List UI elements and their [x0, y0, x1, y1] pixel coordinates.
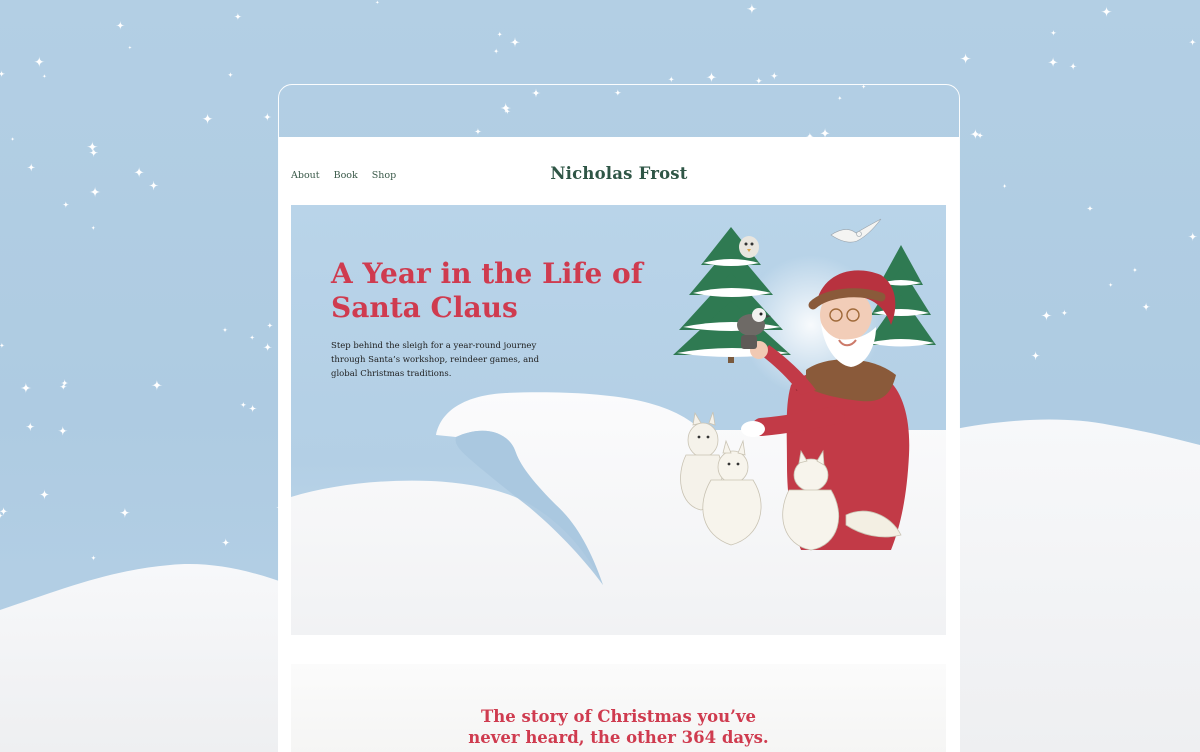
site-title[interactable]: Nicholas Frost — [279, 164, 959, 183]
hero-title: A Year in the Life of Santa Claus — [331, 257, 643, 324]
flying-bird — [830, 218, 882, 243]
hero-description: Step behind the sleigh for a year-round … — [331, 341, 540, 379]
hero-section: A Year in the Life of Santa Claus Step b… — [291, 205, 946, 635]
website-page: About Book Shop Nicholas Frost A Year in… — [279, 137, 959, 752]
story-section-title: The story of Christmas you’ve never hear… — [468, 707, 769, 747]
story-section: The story of Christmas you’ve never hear… — [291, 664, 946, 752]
owl-on-tree — [739, 236, 759, 258]
